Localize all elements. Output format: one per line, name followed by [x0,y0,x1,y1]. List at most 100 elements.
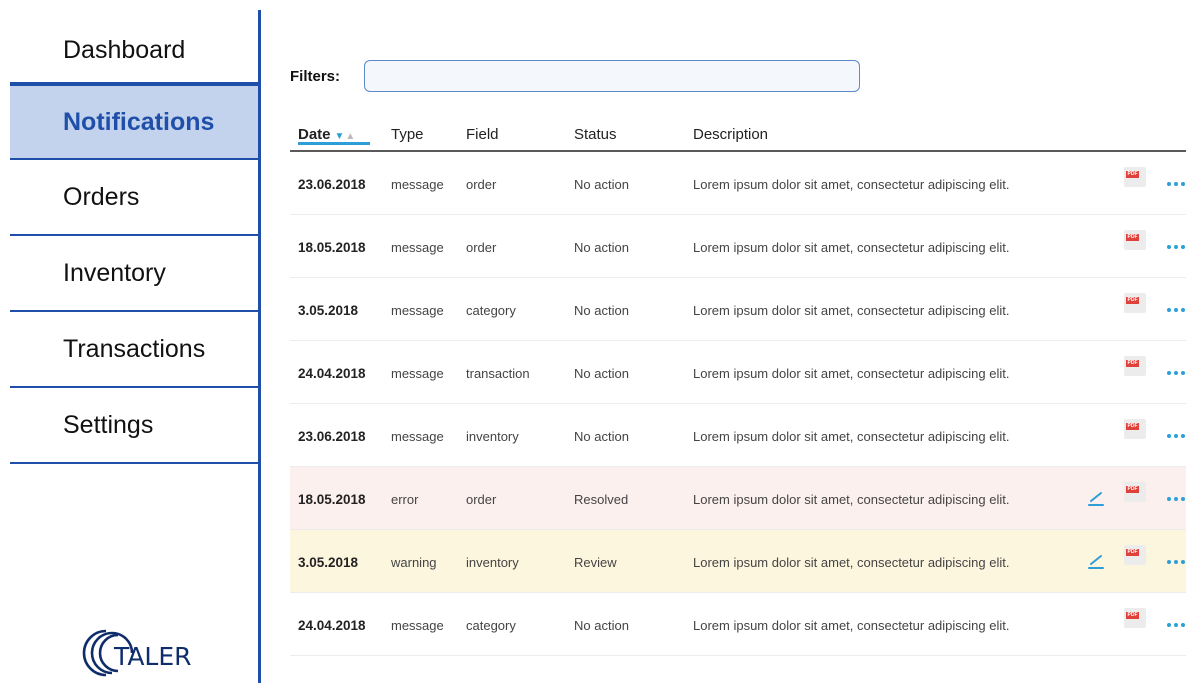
cell-description: Lorem ipsum dolor sit amet, consectetur … [693,555,1010,570]
pdf-file-icon[interactable]: PDF [1124,482,1146,502]
pdf-file-icon[interactable]: PDF [1124,545,1146,565]
more-dots-icon[interactable] [1166,363,1186,381]
cell-type: message [391,366,444,381]
cell-date: 23.06.2018 [298,429,366,444]
cell-status: No action [574,618,629,633]
cell-type: error [391,492,419,507]
pdf-tag: PDF [1126,486,1139,493]
more-dots-glyph [1167,497,1185,501]
more-dots-glyph [1167,623,1185,627]
cell-status: Review [574,555,617,570]
filters-label: Filters: [290,67,341,85]
cell-field: inventory [466,555,519,570]
table-row-8[interactable]: 24.04.2018 message category No action Lo… [290,593,1186,656]
cell-date: 24.04.2018 [298,366,366,381]
more-dots-icon[interactable] [1166,489,1186,507]
sidebar-item-notifications[interactable]: Notifications [10,84,258,160]
sidebar-divider [258,10,261,683]
cell-date: 18.05.2018 [298,492,366,507]
sort-asc-icon[interactable]: ▲ [345,131,355,142]
cell-date: 3.05.2018 [298,303,359,318]
cell-date: 3.05.2018 [298,555,359,570]
sort-desc-icon[interactable]: ▼ [335,131,345,142]
column-header-status[interactable]: Status [574,126,617,143]
taler-logo: TALER [76,627,196,679]
filters-bar: Filters: [290,60,860,92]
pdf-tag: PDF [1126,234,1139,241]
table-row-1[interactable]: 23.06.2018 message order No action Lorem… [290,152,1186,215]
pdf-tag: PDF [1126,612,1139,619]
cell-description: Lorem ipsum dolor sit amet, consectetur … [693,366,1010,381]
more-dots-icon[interactable] [1166,174,1186,192]
cell-description: Lorem ipsum dolor sit amet, consectetur … [693,618,1010,633]
sidebar-item-dashboard[interactable]: Dashboard [10,10,258,84]
pencil-icon[interactable] [1088,489,1104,507]
pdf-file-icon[interactable]: PDF [1124,608,1146,628]
cell-description: Lorem ipsum dolor sit amet, consectetur … [693,177,1010,192]
sidebar-item-orders[interactable]: Orders [10,160,258,236]
table-row-5[interactable]: 23.06.2018 message inventory No action L… [290,404,1186,467]
table-row-6[interactable]: 18.05.2018 error order Resolved Lorem ip… [290,467,1186,530]
more-dots-glyph [1167,182,1185,186]
pdf-file-icon[interactable]: PDF [1124,293,1146,313]
cell-field: inventory [466,429,519,444]
pdf-file-icon[interactable]: PDF [1124,167,1146,187]
cell-date: 24.04.2018 [298,618,366,633]
more-dots-icon[interactable] [1166,237,1186,255]
pdf-file-icon[interactable]: PDF [1124,419,1146,439]
more-dots-glyph [1167,245,1185,249]
cell-description: Lorem ipsum dolor sit amet, consectetur … [693,303,1010,318]
sort-indicator-underline [298,142,370,145]
cell-field: category [466,618,516,633]
more-dots-icon[interactable] [1166,615,1186,633]
pdf-file-icon[interactable]: PDF [1124,230,1146,250]
column-header-description[interactable]: Description [693,126,768,143]
more-dots-glyph [1167,308,1185,312]
cell-description: Lorem ipsum dolor sit amet, consectetur … [693,429,1010,444]
more-dots-glyph [1167,560,1185,564]
pdf-tag: PDF [1126,171,1139,178]
column-header-type[interactable]: Type [391,126,424,143]
cell-type: message [391,429,444,444]
table-header: Date ▼▲ Type Field Status Description [290,116,1186,152]
pencil-icon[interactable] [1088,552,1104,570]
pdf-tag: PDF [1126,297,1139,304]
sidebar-item-inventory[interactable]: Inventory [10,236,258,312]
cell-status: No action [574,429,629,444]
cell-field: order [466,240,497,255]
more-dots-icon[interactable] [1166,552,1186,570]
cell-description: Lorem ipsum dolor sit amet, consectetur … [693,492,1010,507]
column-header-field[interactable]: Field [466,126,499,143]
cell-status: No action [574,240,629,255]
filters-input[interactable] [364,60,860,92]
logo-text: TALER [114,642,192,671]
cell-field: category [466,303,516,318]
cell-status: No action [574,303,629,318]
table-row-7[interactable]: 3.05.2018 warning inventory Review Lorem… [290,530,1186,593]
cell-type: message [391,177,444,192]
cell-type: message [391,240,444,255]
cell-status: Resolved [574,492,629,507]
cell-field: order [466,177,497,192]
pdf-tag: PDF [1126,423,1139,430]
cell-field: order [466,492,497,507]
table-row-4[interactable]: 24.04.2018 message transaction No action… [290,341,1186,404]
table-row-3[interactable]: 3.05.2018 message category No action Lor… [290,278,1186,341]
column-header-date[interactable]: Date ▼▲ [298,126,370,145]
cell-type: message [391,618,444,633]
cell-type: warning [391,555,437,570]
cell-date: 23.06.2018 [298,177,366,192]
pdf-tag: PDF [1126,549,1139,556]
pdf-file-icon[interactable]: PDF [1124,356,1146,376]
pdf-tag: PDF [1126,360,1139,367]
more-dots-glyph [1167,371,1185,375]
table-row-2[interactable]: 18.05.2018 message order No action Lorem… [290,215,1186,278]
more-dots-icon[interactable] [1166,426,1186,444]
cell-status: No action [574,366,629,381]
more-dots-icon[interactable] [1166,300,1186,318]
sidebar-item-transactions[interactable]: Transactions [10,312,258,388]
cell-field: transaction [466,366,530,381]
cell-date: 18.05.2018 [298,240,366,255]
cell-type: message [391,303,444,318]
sidebar-item-settings[interactable]: Settings [10,388,258,464]
